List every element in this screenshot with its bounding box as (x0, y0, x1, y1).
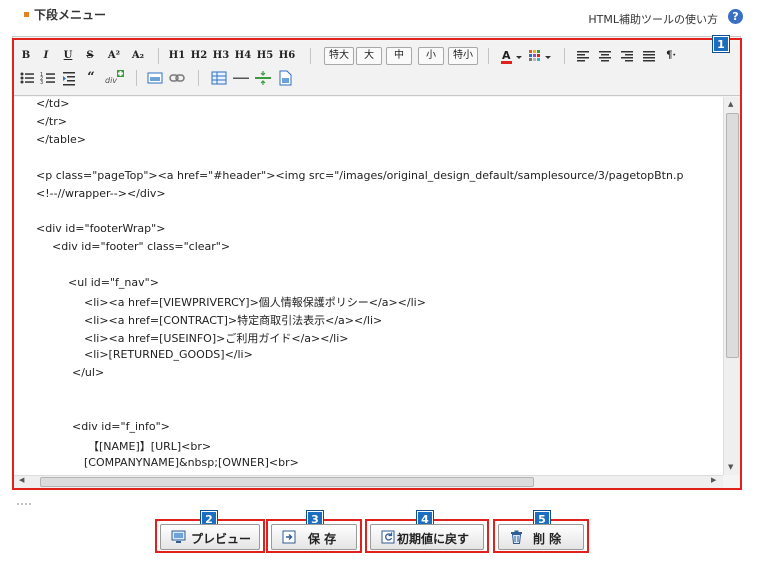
delete-button-label: 削 除 (533, 532, 562, 546)
save-button-label: 保 存 (308, 532, 337, 546)
section-header: 下段メニュー HTML補助ツールの使い方 ? (0, 0, 760, 34)
preview-button[interactable]: プレビュー (160, 524, 260, 550)
section-bullet (24, 12, 29, 17)
delete-button[interactable]: 削 除 (498, 524, 584, 550)
trash-icon (509, 530, 524, 544)
save-icon (282, 530, 297, 544)
callout-badge-1: 1 (712, 35, 730, 53)
save-button[interactable]: 保 存 (271, 524, 357, 550)
section-title: 下段メニュー (34, 8, 107, 22)
preview-button-label: プレビュー (191, 532, 252, 546)
reset-button-label: 初期値に戻す (397, 532, 470, 546)
editor-resize-handle[interactable] (16, 492, 34, 505)
highlight-editor-area (12, 38, 742, 490)
help-icon[interactable]: ? (728, 9, 743, 24)
monitor-icon (171, 530, 186, 544)
reset-icon (381, 530, 396, 544)
reset-to-default-button[interactable]: 初期値に戻す (370, 524, 484, 550)
html-help-link[interactable]: HTML補助ツールの使い方 (588, 11, 718, 27)
